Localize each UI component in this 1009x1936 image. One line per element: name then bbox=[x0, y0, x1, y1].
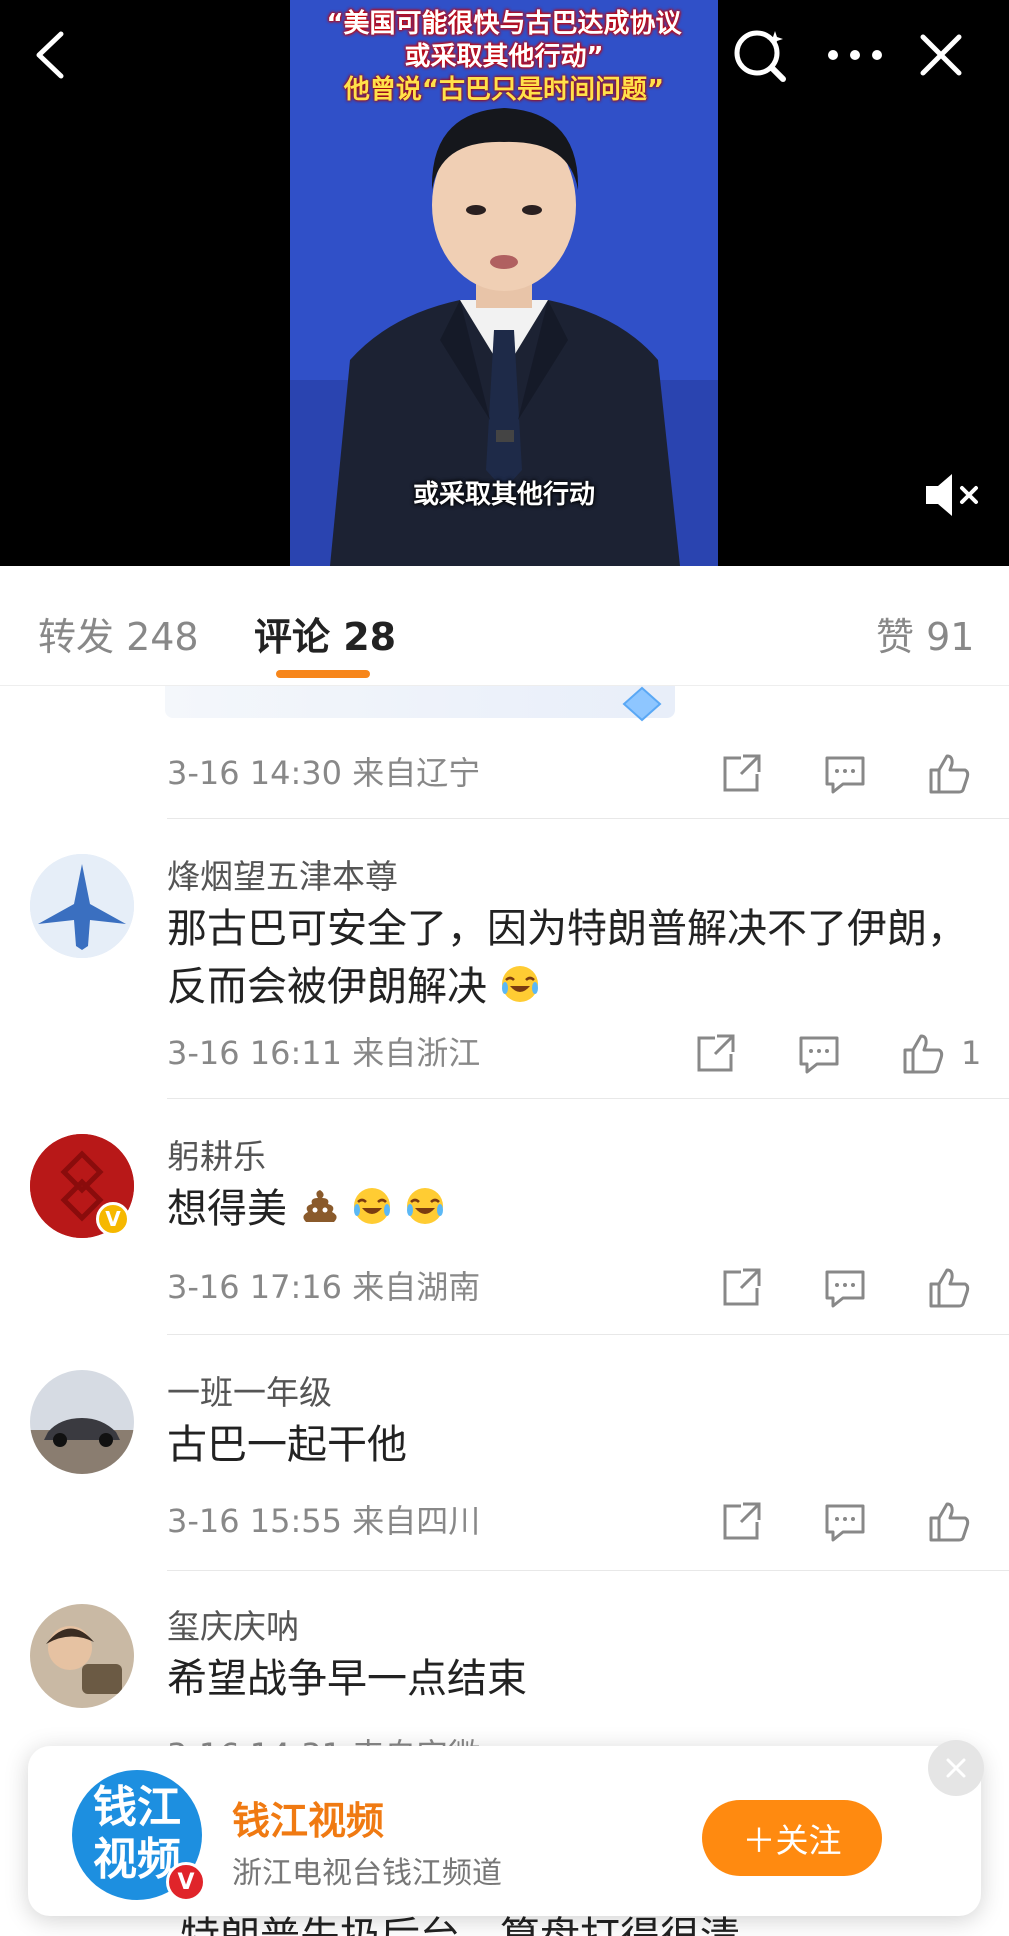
active-tab-indicator bbox=[276, 670, 370, 678]
partial-comment-image bbox=[165, 686, 675, 718]
comment-username[interactable]: 躬耕乐 bbox=[167, 1130, 266, 1178]
comment-icon[interactable] bbox=[797, 1032, 841, 1076]
tab-comments[interactable]: 评论 28 bbox=[254, 606, 396, 661]
comment-text: 希望战争早一点结束 bbox=[167, 1656, 527, 1702]
logo-line-1: 钱江 bbox=[93, 1782, 181, 1833]
comment-time-location: 3-16 16:11 来自浙江 bbox=[167, 1034, 481, 1072]
like-icon[interactable] bbox=[927, 1266, 971, 1310]
caption-line-3: 他曾说“古巴只是时间问题” bbox=[343, 75, 665, 105]
mute-button[interactable] bbox=[920, 470, 990, 526]
more-button[interactable] bbox=[820, 20, 890, 90]
car-avatar-image bbox=[30, 1370, 134, 1474]
divider bbox=[167, 1098, 1009, 1099]
like-count: 1 bbox=[961, 1034, 982, 1072]
verified-badge: V bbox=[96, 1202, 130, 1236]
close-icon bbox=[920, 34, 962, 76]
close-button[interactable] bbox=[906, 20, 976, 90]
avatar[interactable] bbox=[30, 854, 134, 958]
person-avatar-image bbox=[30, 1604, 134, 1708]
more-icon bbox=[828, 50, 882, 60]
account-name[interactable]: 钱江视频 bbox=[232, 1790, 384, 1845]
caption-line-2: 或采取其他行动” bbox=[404, 42, 604, 72]
video-frame: “美国可能很快与古巴达成协议 或采取其他行动” 他曾说“古巴只是时间问题” 或采… bbox=[290, 0, 718, 566]
comment-text: 想得美 bbox=[167, 1180, 967, 1238]
diamond-icon bbox=[622, 686, 662, 722]
avatar[interactable] bbox=[30, 1370, 134, 1474]
comment-time-location: 3-16 15:55 来自四川 bbox=[167, 1502, 481, 1540]
ai-search-button[interactable] bbox=[726, 20, 796, 90]
comment-username[interactable]: 烽烟望五津本尊 bbox=[167, 850, 398, 898]
crying-laughing-emoji-icon bbox=[501, 966, 538, 1002]
comment-text: 古巴一起干他 bbox=[167, 1422, 407, 1468]
avatar[interactable] bbox=[30, 1604, 134, 1708]
comment-username[interactable]: 一班一年级 bbox=[167, 1366, 332, 1414]
video-player[interactable]: “美国可能很快与古巴达成协议 或采取其他行动” 他曾说“古巴只是时间问题” 或采… bbox=[0, 0, 1009, 566]
comment-time-location: 3-16 17:16 来自湖南 bbox=[167, 1268, 481, 1306]
poop-emoji-icon bbox=[303, 1190, 337, 1222]
crying-laughing-emoji-icon bbox=[354, 1188, 391, 1224]
like-icon[interactable] bbox=[901, 1032, 945, 1076]
video-subtitle: 或采取其他行动 bbox=[412, 480, 595, 510]
comment-meta: 3-16 17:16 来自湖南 bbox=[167, 1262, 987, 1312]
tab-likes[interactable]: 赞 91 bbox=[876, 606, 974, 661]
like-icon[interactable] bbox=[927, 752, 971, 796]
comment-icon[interactable] bbox=[823, 1266, 867, 1310]
comment-meta: 3-16 16:11 来自浙江 1 bbox=[167, 1028, 987, 1078]
video-caption: “美国可能很快与古巴达成协议 或采取其他行动” 他曾说“古巴只是时间问题” bbox=[290, 0, 718, 107]
account-card[interactable]: 钱江 视频 V 钱江视频 浙江电视台钱江频道 ＋关注 bbox=[28, 1740, 984, 1916]
comment-body: 那古巴可安全了，因为特朗普解决不了伊朗，反而会被伊朗解决 bbox=[167, 906, 967, 1010]
share-icon[interactable] bbox=[719, 1266, 763, 1310]
account-description: 浙江电视台钱江频道 bbox=[232, 1856, 502, 1891]
comment-text: 那古巴可安全了，因为特朗普解决不了伊朗，反而会被伊朗解决 bbox=[167, 900, 967, 1016]
verified-badge: V bbox=[166, 1862, 206, 1902]
crying-laughing-emoji-icon bbox=[407, 1188, 444, 1224]
follow-button[interactable]: ＋关注 bbox=[702, 1800, 882, 1876]
comment-meta: 3-16 15:55 来自四川 bbox=[167, 1496, 987, 1546]
share-icon[interactable] bbox=[719, 1500, 763, 1544]
close-icon bbox=[946, 1758, 966, 1778]
back-arrow-icon bbox=[36, 31, 64, 79]
comment-body: 想得美 bbox=[167, 1186, 287, 1232]
share-icon[interactable] bbox=[693, 1032, 737, 1076]
divider bbox=[167, 818, 1009, 819]
comment-time-location: 3-16 14:30 来自辽宁 bbox=[167, 754, 481, 792]
ai-search-icon bbox=[734, 30, 786, 82]
comment-icon[interactable] bbox=[823, 752, 867, 796]
fighter-jet-avatar-image bbox=[30, 854, 134, 958]
back-button[interactable] bbox=[16, 20, 86, 90]
comment-meta: 3-16 14:30 来自辽宁 bbox=[167, 748, 987, 798]
mute-icon bbox=[926, 474, 978, 516]
card-close-button[interactable] bbox=[928, 1740, 984, 1796]
share-icon[interactable] bbox=[719, 752, 763, 796]
divider bbox=[167, 1334, 1009, 1335]
caption-line-1: “美国可能很快与古巴达成协议 bbox=[326, 9, 682, 39]
divider bbox=[167, 1570, 1009, 1571]
tab-bar: 转发 248 评论 28 赞 91 bbox=[0, 566, 1009, 686]
like-icon[interactable] bbox=[927, 1500, 971, 1544]
comment-icon[interactable] bbox=[823, 1500, 867, 1544]
comment-username[interactable]: 玺庆庆呐 bbox=[167, 1600, 299, 1648]
tab-reposts[interactable]: 转发 248 bbox=[38, 606, 199, 661]
